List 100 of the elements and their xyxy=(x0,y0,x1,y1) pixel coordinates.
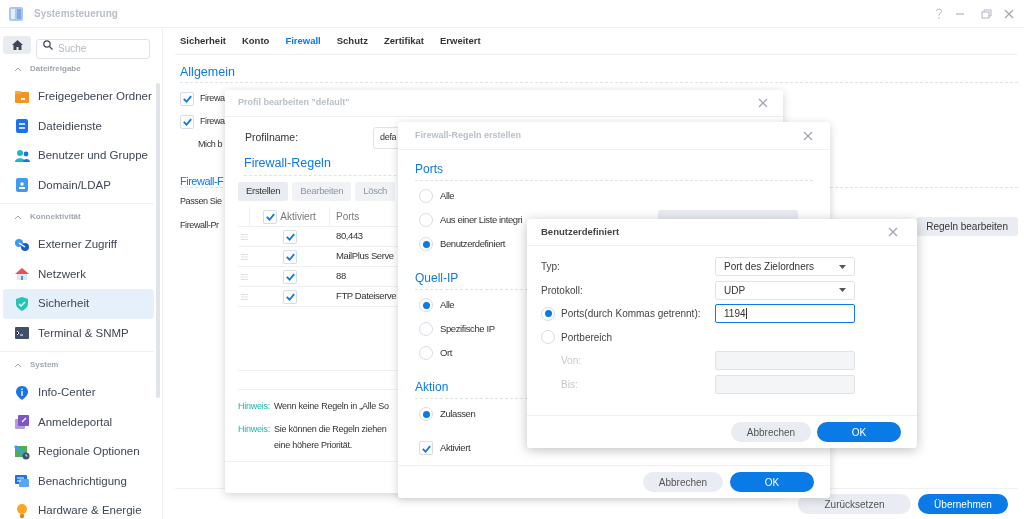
tab[interactable]: Konto xyxy=(241,28,270,54)
close-icon[interactable] xyxy=(803,130,813,141)
primary-button[interactable]: OK xyxy=(817,422,901,442)
house-icon xyxy=(14,266,30,283)
table-cell-text: MailPlus Serve xyxy=(335,249,394,264)
close-icon[interactable] xyxy=(888,227,898,237)
column-header: Aktiviert xyxy=(280,210,316,224)
option-label: Alle xyxy=(440,297,455,312)
option-label: Spezifische IP xyxy=(440,321,495,336)
chevron-icon[interactable] xyxy=(14,214,22,220)
input-field[interactable]: 1194 xyxy=(715,304,855,324)
chevron-icon[interactable] xyxy=(14,66,22,72)
primary-button[interactable]: Übernehmen xyxy=(918,494,1008,514)
field-label: Von: xyxy=(560,354,582,369)
radio-button[interactable] xyxy=(419,322,433,336)
checkbox[interactable] xyxy=(180,114,194,129)
dropdown[interactable]: Port des Zielordners xyxy=(715,257,855,277)
dialog-title: Firewall-Regeln erstellen xyxy=(415,128,522,142)
field-label: Bis: xyxy=(560,377,578,392)
primary-button[interactable]: OK xyxy=(730,472,814,492)
caret-icon xyxy=(839,288,846,293)
field-label: Firewall-Pr xyxy=(180,219,219,233)
sidebar-item[interactable]: Terminal & SNMP xyxy=(3,318,154,348)
section-header: Konnektivität xyxy=(30,211,81,223)
option-label: Zulassen xyxy=(440,406,476,421)
hint-label: Hinweis: xyxy=(238,423,270,436)
radio-button[interactable] xyxy=(419,407,433,421)
close-icon[interactable] xyxy=(758,98,768,108)
radio-button[interactable] xyxy=(541,306,555,321)
secondary-button[interactable]: Abbrechen xyxy=(643,472,723,492)
sidebar-item[interactable]: Domain/LDAP xyxy=(3,170,154,200)
tab[interactable]: Schutz xyxy=(336,28,368,54)
checkbox[interactable] xyxy=(283,249,297,264)
field-label: Profilname: xyxy=(244,130,300,146)
sidebar-item[interactable]: Benachrichtigung xyxy=(3,466,154,496)
radio-button[interactable] xyxy=(419,189,433,203)
radio-button[interactable] xyxy=(419,298,433,312)
hint-text: Wenn keine Regeln in „Alle So xyxy=(274,400,389,413)
note-text: Mich b xyxy=(198,137,223,151)
sidebar-item[interactable]: Benutzer und Gruppe xyxy=(3,141,154,171)
checkbox[interactable] xyxy=(283,269,297,284)
bulb-icon xyxy=(14,502,30,519)
radio-button[interactable] xyxy=(419,237,433,251)
field-label: Portbereich xyxy=(561,330,613,345)
option-label: Firewa xyxy=(200,114,225,128)
sidebar-item[interactable]: Netzwerk xyxy=(3,259,154,289)
checkbox[interactable] xyxy=(419,441,433,455)
edit-rules-button[interactable]: Regeln bearbeiten xyxy=(916,216,1018,236)
home-icon xyxy=(11,40,23,50)
section-header: Dateifreigabe xyxy=(30,63,81,75)
radio-button[interactable] xyxy=(419,346,433,360)
home-button[interactable] xyxy=(3,36,31,54)
checkbox[interactable] xyxy=(180,91,194,106)
hint-label: Hinweis: xyxy=(238,400,270,413)
hint-text: eine höhere Priorität. xyxy=(274,439,354,452)
tab[interactable]: Firewall xyxy=(285,28,321,54)
tab[interactable]: Sicherheit xyxy=(180,28,226,54)
help-icon[interactable] xyxy=(935,8,943,19)
toolbar-button[interactable]: Erstellen xyxy=(238,182,289,201)
chevron-icon[interactable] xyxy=(14,362,22,368)
search-field[interactable]: Suche xyxy=(36,38,150,59)
radio-button[interactable] xyxy=(541,330,555,345)
secondary-button[interactable]: Abbrechen xyxy=(731,422,811,442)
checkbox[interactable] xyxy=(283,229,297,244)
drag-handle-icon[interactable] xyxy=(240,233,248,240)
sidebar-item[interactable]: Regionale Optionen xyxy=(3,437,154,467)
tab[interactable]: Erweitert xyxy=(440,28,481,54)
section-heading: Ports xyxy=(415,158,813,181)
sidebar-item[interactable]: Hardware & Energie xyxy=(3,496,154,519)
caret-icon xyxy=(839,264,846,269)
checkbox[interactable] xyxy=(263,209,278,224)
sidebar-item[interactable]: Externer Zugriff xyxy=(3,230,154,260)
drag-handle-icon[interactable] xyxy=(240,273,248,280)
drag-handle-icon[interactable] xyxy=(240,293,248,300)
users-icon xyxy=(14,147,30,164)
link-icon xyxy=(14,236,30,253)
search-icon xyxy=(43,40,53,50)
hint-text: Sie können die Regeln ziehen xyxy=(274,423,387,436)
dropdown[interactable]: UDP xyxy=(715,280,855,300)
sidebar-item[interactable]: Info-Center xyxy=(3,378,154,408)
sidebar-item[interactable]: Dateidienste xyxy=(3,111,154,141)
tab[interactable]: Zertifikat xyxy=(383,28,424,54)
sidebar-item[interactable]: Freigegebener Ordner xyxy=(3,82,154,112)
close-icon[interactable] xyxy=(1004,8,1014,19)
table-cell-text: 80,443 xyxy=(335,229,363,244)
option-label: Aktiviert xyxy=(440,440,471,455)
shield-icon xyxy=(14,295,30,312)
checkbox[interactable] xyxy=(283,289,297,304)
id-card-icon xyxy=(14,177,30,194)
terminal-icon xyxy=(14,325,30,342)
option-label: Firewa xyxy=(200,91,225,105)
drag-handle-icon[interactable] xyxy=(240,253,248,260)
radio-button[interactable] xyxy=(419,213,433,227)
info-icon xyxy=(14,384,30,401)
restore-icon[interactable] xyxy=(981,8,992,19)
sidebar-item[interactable]: Sicherheit xyxy=(3,289,154,319)
secondary-button[interactable]: Zurücksetzen xyxy=(798,494,911,514)
description-text: Passen Sie xyxy=(180,195,222,209)
sidebar-item[interactable]: Anmeldeportal xyxy=(3,407,154,437)
field-label: Ports(durch Kommas getrennt): xyxy=(561,307,701,322)
